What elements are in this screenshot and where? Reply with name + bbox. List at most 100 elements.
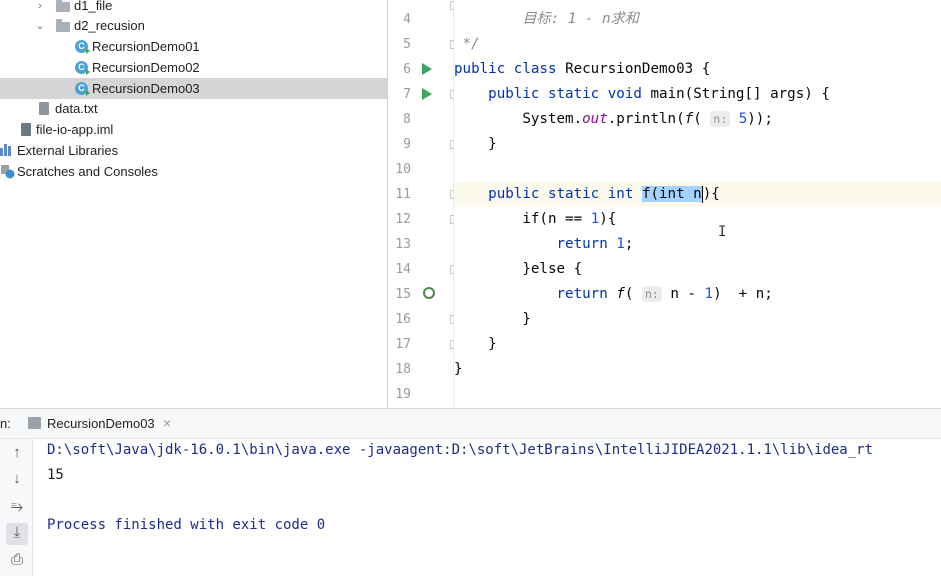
tree-item-data-txt[interactable]: data.txt xyxy=(0,98,387,119)
scratches-icon xyxy=(1,165,15,179)
tree-item-d2-recusion[interactable]: ⌄ d2_recusion xyxy=(0,15,387,36)
tree-item-label: d2_recusion xyxy=(74,18,145,33)
comment-text: 目标: 1 - n求和 xyxy=(522,11,639,27)
keyword: return xyxy=(556,286,608,302)
println-call: .println( xyxy=(607,111,685,127)
console-command-line: D:\soft\Java\jdk-16.0.1\bin\java.exe -ja… xyxy=(47,442,874,458)
method-call-f: f xyxy=(616,286,625,302)
tree-item-file-io-app-iml[interactable]: file-io-app.iml xyxy=(0,119,387,140)
run-tab-recursiondemo03[interactable]: RecursionDemo03 × xyxy=(18,409,188,439)
class-name: RecursionDemo03 xyxy=(565,61,694,77)
paren: ( xyxy=(693,111,702,127)
code-editor[interactable]: 目标: 1 - n求和 */ public class RecursionDem… xyxy=(454,0,941,408)
else-clause: }else { xyxy=(522,261,583,277)
tree-item-recursiondemo02[interactable]: C RecursionDemo02 xyxy=(0,57,387,78)
tree-item-label: RecursionDemo01 xyxy=(92,39,200,54)
run-tab-label: RecursionDemo03 xyxy=(47,416,155,431)
chevron-right-icon[interactable]: › xyxy=(34,0,46,12)
main-declaration: main(String[] args) xyxy=(650,86,813,102)
decl-end: ){ xyxy=(702,186,720,202)
code-line-15: return f( n: n - 1) + n; xyxy=(454,282,941,307)
line-number: 4 xyxy=(403,12,411,27)
code-line-12: if(n == 1){ xyxy=(454,207,941,232)
parameter-hint: n: xyxy=(710,111,731,127)
console-exit-message: Process finished with exit code 0 xyxy=(47,517,326,533)
soft-wrap-icon[interactable]: ⥱ xyxy=(9,498,25,515)
code-line-6: public class RecursionDemo03 { xyxy=(454,57,941,82)
tree-item-d1-file[interactable]: › d1_file xyxy=(0,0,387,16)
tree-item-scratches[interactable]: Scratches and Consoles xyxy=(0,161,387,182)
print-icon[interactable]: ⎙ xyxy=(9,551,25,568)
chevron-down-icon[interactable]: ⌄ xyxy=(34,19,46,32)
line-number: 15 xyxy=(395,287,411,302)
tree-item-label: d1_file xyxy=(74,0,113,13)
run-label: n: xyxy=(0,416,11,431)
call-end: )); xyxy=(747,111,773,127)
semicolon: ; xyxy=(624,236,634,252)
line-number: 17 xyxy=(395,337,411,352)
keyword: void xyxy=(607,86,642,102)
brace: { xyxy=(821,86,830,102)
keyword: int xyxy=(607,186,634,202)
tree-item-label: Scratches and Consoles xyxy=(17,164,158,179)
brace: } xyxy=(488,336,497,352)
java-class-icon: C xyxy=(75,82,90,96)
run-main-icon[interactable] xyxy=(422,88,432,100)
line-number: 5 xyxy=(403,37,411,52)
if-open: if(n == xyxy=(522,211,591,227)
brace: { xyxy=(701,61,711,77)
code-line-9: } xyxy=(454,132,941,157)
recursive-call-icon xyxy=(423,287,435,299)
folder-icon xyxy=(56,19,70,32)
number-literal: 5 xyxy=(738,111,748,127)
line-number: 14 xyxy=(395,262,411,277)
line-number: 13 xyxy=(395,237,411,252)
run-config-icon xyxy=(28,417,41,429)
keyword: static xyxy=(547,86,600,102)
keyword: static xyxy=(547,186,600,202)
close-icon[interactable]: × xyxy=(163,415,171,431)
out-field: out xyxy=(582,111,608,127)
code-line-16: } xyxy=(454,307,941,332)
code-line-17: } xyxy=(454,332,941,357)
code-line-13: return 1; xyxy=(454,232,941,257)
console-output[interactable]: D:\soft\Java\jdk-16.0.1\bin\java.exe -ja… xyxy=(33,439,941,576)
paren: ( xyxy=(624,286,634,302)
tree-item-recursiondemo01[interactable]: C RecursionDemo01 xyxy=(0,36,387,57)
tree-item-label: RecursionDemo03 xyxy=(92,81,200,96)
run-toolwindow-header: n: RecursionDemo03 × xyxy=(0,408,941,439)
number-literal: 1 xyxy=(590,211,600,227)
selected-text[interactable]: f(int n xyxy=(641,186,702,202)
tree-item-label: External Libraries xyxy=(17,143,119,158)
line-number: 7 xyxy=(403,87,411,102)
expr-n-minus: n - xyxy=(670,286,705,302)
arrow-up-icon[interactable]: ↑ xyxy=(9,444,25,461)
folder-icon xyxy=(56,0,70,12)
line-number: 19 xyxy=(395,387,411,402)
brace: } xyxy=(488,136,497,152)
line-number: 9 xyxy=(403,137,411,152)
tree-item-external-libraries[interactable]: External Libraries xyxy=(0,140,387,161)
tree-item-recursiondemo03[interactable]: C RecursionDemo03 xyxy=(0,78,387,99)
method-call-f: f xyxy=(684,111,694,127)
brace: } xyxy=(522,311,531,327)
code-line-14: }else { xyxy=(454,257,941,282)
parameter-hint: n: xyxy=(641,286,662,302)
tree-item-label: data.txt xyxy=(55,101,98,116)
line-number: 8 xyxy=(403,112,411,127)
line-number: 12 xyxy=(395,212,411,227)
code-line-5: */ xyxy=(454,32,941,57)
comment-end: */ xyxy=(462,36,480,52)
arrow-down-icon[interactable]: ↓ xyxy=(9,470,25,487)
keyword: public xyxy=(488,186,540,202)
if-close: ){ xyxy=(599,211,617,227)
line-number: 6 xyxy=(403,62,411,77)
project-tree: › d1_file ⌄ d2_recusion C RecursionDemo0… xyxy=(0,0,388,408)
brace: } xyxy=(454,361,463,377)
tree-item-label: file-io-app.iml xyxy=(36,122,114,137)
code-line-18: } xyxy=(454,357,941,382)
scroll-to-end-button[interactable]: ⤓ xyxy=(6,523,28,545)
run-class-icon[interactable] xyxy=(422,63,432,75)
keyword: public xyxy=(488,86,540,102)
run-toolbar: ↑ ↓ ⥱ ⤓ ⎙ xyxy=(0,439,33,576)
